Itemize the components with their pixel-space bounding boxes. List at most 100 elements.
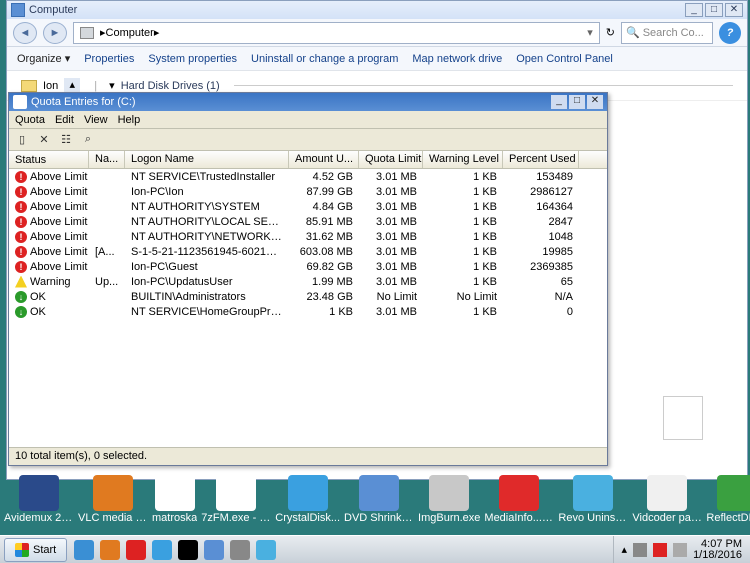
folder-name[interactable]: Ion	[43, 80, 58, 92]
desktop-shortcut[interactable]: ReflectDL(...	[706, 475, 750, 535]
explorer-titlebar[interactable]: Computer _ □ ✕	[7, 1, 747, 19]
tray-icon[interactable]	[633, 543, 647, 557]
mapnet-cmd[interactable]: Map network drive	[412, 53, 502, 65]
tray-icon[interactable]	[653, 543, 667, 557]
table-row[interactable]: WarningUp...Ion-PC\UpdatusUser1.99 MB3.0…	[9, 274, 607, 289]
shortcut-label: ImgBurn.exe	[418, 512, 480, 524]
taskbar-app[interactable]	[74, 540, 94, 560]
find-button[interactable]: ⌕	[79, 131, 97, 149]
table-row[interactable]: Above LimitNT AUTHORITY\NETWORK SER...31…	[9, 229, 607, 244]
maximize-button[interactable]: □	[705, 3, 723, 17]
desktop-shortcut[interactable]: VLC media player	[78, 475, 148, 535]
status-icon	[15, 186, 27, 198]
cell-amount: 603.08 MB	[289, 246, 359, 258]
address-bar[interactable]: ▸ Computer ▸ ▾	[73, 22, 600, 44]
col-amount[interactable]: Amount U...	[289, 151, 359, 168]
menu-quota[interactable]: Quota	[15, 114, 45, 126]
cell-warn: 1 KB	[423, 261, 503, 273]
table-row[interactable]: OKNT SERVICE\HomeGroupProvider1 KB3.01 M…	[9, 304, 607, 319]
grid-body[interactable]: Above LimitNT SERVICE\TrustedInstaller4.…	[9, 169, 607, 447]
app-icon	[647, 475, 687, 511]
table-row[interactable]: Above Limit[A...S-1-5-21-1123561945-6021…	[9, 244, 607, 259]
dropdown-icon[interactable]: ▾	[587, 26, 593, 39]
minimize-button[interactable]: _	[685, 3, 703, 17]
uninstall-cmd[interactable]: Uninstall or change a program	[251, 53, 398, 65]
start-button[interactable]: Start	[4, 538, 67, 562]
app-icon	[155, 475, 195, 511]
properties-cmd[interactable]: Properties	[84, 53, 134, 65]
start-label: Start	[33, 544, 56, 556]
organize-menu[interactable]: Organize ▾	[17, 52, 70, 65]
cell-logon: S-1-5-21-1123561945-602162358-...	[125, 246, 289, 258]
table-row[interactable]: Above LimitNT AUTHORITY\LOCAL SERVICE85.…	[9, 214, 607, 229]
minimize-button[interactable]: _	[551, 95, 567, 109]
table-row[interactable]: Above LimitIon-PC\Guest69.82 GB3.01 MB1 …	[9, 259, 607, 274]
hdd-header[interactable]: Hard Disk Drives (1)	[121, 80, 220, 92]
status-icon	[15, 231, 27, 243]
tray-chevron-icon[interactable]: ▴	[622, 543, 628, 556]
table-row[interactable]: Above LimitNT AUTHORITY\SYSTEM4.84 GB3.0…	[9, 199, 607, 214]
desktop-shortcut[interactable]: MediaInfo... - Shortcut ...	[484, 475, 554, 535]
desktop-shortcut[interactable]: DVD Shrink 3.2	[344, 475, 414, 535]
maximize-button[interactable]: □	[569, 95, 585, 109]
cell-pct: N/A	[503, 291, 579, 303]
desktop-shortcut[interactable]: Revo Uninstaller	[558, 475, 628, 535]
taskbar-app[interactable]	[126, 540, 146, 560]
quota-toolbar: ▯ ✕ ☷ ⌕	[9, 129, 607, 151]
shortcut-label: Avidemux 2.6 - 64 bits	[4, 512, 74, 524]
close-button[interactable]: ✕	[587, 95, 603, 109]
new-button[interactable]: ▯	[13, 131, 31, 149]
desktop-shortcut[interactable]: CrystalDisk...	[275, 475, 340, 535]
table-row[interactable]: OKBUILTIN\Administrators23.48 GBNo Limit…	[9, 289, 607, 304]
search-placeholder: Search Co...	[643, 27, 704, 39]
shortcut-label: DVD Shrink 3.2	[344, 512, 414, 524]
back-button[interactable]: ◄	[13, 22, 37, 44]
menu-view[interactable]: View	[84, 114, 108, 126]
search-box[interactable]: 🔍 Search Co...	[621, 22, 713, 44]
nav-row: ◄ ► ▸ Computer ▸ ▾ ↻ 🔍 Search Co... ?	[7, 19, 747, 47]
col-status[interactable]: Status	[9, 151, 89, 168]
refresh-button[interactable]: ↻	[606, 26, 615, 39]
status-icon	[15, 216, 27, 228]
sysprops-cmd[interactable]: System properties	[148, 53, 237, 65]
help-button[interactable]: ?	[719, 22, 741, 44]
desktop-shortcut[interactable]: 7zFM.exe - Shortcut	[201, 475, 271, 535]
shortcut-label: matroska	[152, 512, 197, 524]
taskbar-app[interactable]	[152, 540, 172, 560]
taskbar-app[interactable]	[256, 540, 276, 560]
desktop-shortcut[interactable]: Vidcoder password f...	[632, 475, 702, 535]
close-button[interactable]: ✕	[725, 3, 743, 17]
taskbar-app[interactable]	[100, 540, 120, 560]
desktop-shortcut[interactable]: Avidemux 2.6 - 64 bits	[4, 475, 74, 535]
col-limit[interactable]: Quota Limit	[359, 151, 423, 168]
table-row[interactable]: Above LimitIon-PC\Ion87.99 GB3.01 MB1 KB…	[9, 184, 607, 199]
table-row[interactable]: Above LimitNT SERVICE\TrustedInstaller4.…	[9, 169, 607, 184]
quota-titlebar[interactable]: Quota Entries for (C:) _ □ ✕	[9, 93, 607, 111]
dropdown-icon[interactable]: ▾	[109, 79, 115, 92]
cell-amount: 1 KB	[289, 306, 359, 318]
cell-pct: 2847	[503, 216, 579, 228]
col-warn[interactable]: Warning Level	[423, 151, 503, 168]
desktop-shortcut[interactable]: matroska	[152, 475, 197, 535]
clock[interactable]: 4:07 PM 1/18/2016	[693, 539, 742, 561]
properties-button[interactable]: ☷	[57, 131, 75, 149]
desktop-file[interactable]: x264.stats....	[648, 396, 718, 454]
desktop-shortcut[interactable]: ImgBurn.exe	[418, 475, 480, 535]
opencp-cmd[interactable]: Open Control Panel	[516, 53, 613, 65]
menu-edit[interactable]: Edit	[55, 114, 74, 126]
taskbar-app[interactable]	[178, 540, 198, 560]
forward-button[interactable]: ►	[43, 22, 67, 44]
cell-pct: 0	[503, 306, 579, 318]
volume-icon[interactable]	[673, 543, 687, 557]
menu-help[interactable]: Help	[118, 114, 141, 126]
cell-warn: 1 KB	[423, 231, 503, 243]
col-name[interactable]: Na...	[89, 151, 125, 168]
col-logon[interactable]: Logon Name	[125, 151, 289, 168]
clock-date: 1/18/2016	[693, 550, 742, 561]
delete-button[interactable]: ✕	[35, 131, 53, 149]
system-tray[interactable]: ▴ 4:07 PM 1/18/2016	[613, 536, 750, 563]
cell-logon: NT SERVICE\TrustedInstaller	[125, 171, 289, 183]
taskbar-app[interactable]	[204, 540, 224, 560]
col-pct[interactable]: Percent Used	[503, 151, 579, 168]
taskbar-app[interactable]	[230, 540, 250, 560]
